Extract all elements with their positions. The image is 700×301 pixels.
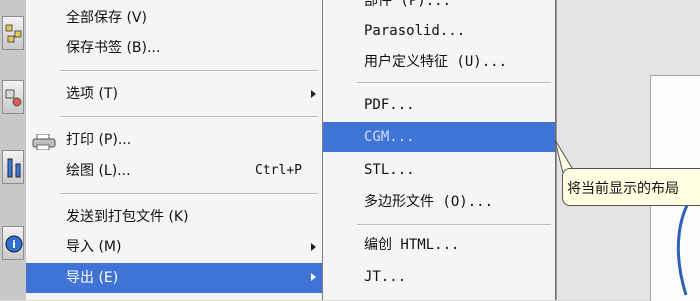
submenu-item-user-defined-feature[interactable]: 用户定义特征 (U)... bbox=[323, 47, 555, 77]
submenu-item-stl[interactable]: STL... bbox=[323, 155, 555, 185]
tooltip: 将当前显示的布局 bbox=[562, 168, 700, 206]
submenu-item-label: 用户定义特征 (U)... bbox=[364, 54, 508, 70]
svg-text:i: i bbox=[12, 238, 16, 251]
menu-item-label: 绘图 (L)... bbox=[66, 163, 131, 179]
menu-item-save-bookmark[interactable]: 保存书签 (B)... bbox=[26, 34, 322, 62]
menu-separator bbox=[357, 82, 551, 84]
menu-item-label: 全部保存 (V) bbox=[66, 10, 147, 26]
submenu-item-jt[interactable]: JT... bbox=[323, 262, 555, 292]
menu-separator bbox=[357, 224, 551, 226]
submenu-item-author-html[interactable]: 编创 HTML... bbox=[323, 230, 555, 260]
file-menu: 全部保存 (V) 保存书签 (B)... 选项 (T) 打印 (P)... 绘图… bbox=[26, 0, 323, 300]
submenu-item-cgm[interactable]: CGM... bbox=[323, 122, 555, 152]
menu-item-label: 导入 (M) bbox=[66, 239, 122, 255]
submenu-item-label: PDF... bbox=[364, 97, 415, 113]
submenu-arrow-icon bbox=[311, 90, 316, 98]
menu-item-label: 导出 (E) bbox=[66, 270, 119, 286]
submenu-item-label: STL... bbox=[364, 162, 415, 178]
menu-separator bbox=[60, 193, 318, 195]
menu-item-shortcut: Ctrl+P bbox=[255, 163, 302, 178]
submenu-arrow-icon bbox=[311, 273, 316, 281]
submenu-item-parasolid[interactable]: Parasolid... bbox=[323, 16, 555, 46]
menu-item-label: 打印 (P)... bbox=[66, 132, 132, 148]
submenu-item-label: Parasolid... bbox=[364, 23, 466, 39]
menu-item-send-to-package[interactable]: 发送到打包文件 (K) bbox=[26, 203, 322, 231]
menu-item-label: 保存书签 (B)... bbox=[66, 40, 161, 56]
measure-icon[interactable] bbox=[2, 150, 24, 184]
submenu-item-part[interactable]: 部件 (P)... bbox=[323, 0, 555, 16]
menu-item-plot[interactable]: 绘图 (L)... Ctrl+P bbox=[26, 157, 322, 185]
assembly-icon[interactable] bbox=[2, 16, 24, 50]
constraint-icon[interactable] bbox=[2, 80, 24, 114]
submenu-item-polygon-file[interactable]: 多边形文件 (O)... bbox=[323, 187, 555, 217]
submenu-item-label: JT... bbox=[364, 269, 407, 285]
menu-item-label: 发送到打包文件 (K) bbox=[66, 209, 189, 225]
info-icon[interactable]: i bbox=[2, 226, 24, 260]
submenu-item-pdf[interactable]: PDF... bbox=[323, 90, 555, 120]
menu-item-import[interactable]: 导入 (M) bbox=[26, 233, 322, 261]
submenu-item-label: 部件 (P)... bbox=[364, 0, 452, 9]
menu-item-save-all[interactable]: 全部保存 (V) bbox=[26, 4, 322, 32]
menu-item-options[interactable]: 选项 (T) bbox=[26, 80, 322, 108]
menu-item-print[interactable]: 打印 (P)... bbox=[26, 126, 322, 154]
export-submenu: 部件 (P)... Parasolid... 用户定义特征 (U)... PDF… bbox=[323, 0, 556, 300]
menu-separator bbox=[60, 116, 318, 118]
submenu-item-label: 多边形文件 (O)... bbox=[364, 194, 494, 210]
menu-separator bbox=[60, 70, 318, 72]
menu-item-label: 选项 (T) bbox=[66, 86, 118, 102]
submenu-arrow-icon bbox=[311, 243, 316, 251]
left-toolbar: i bbox=[0, 0, 27, 300]
submenu-item-label: CGM... bbox=[364, 129, 415, 145]
submenu-item-label: 编创 HTML... bbox=[364, 237, 460, 253]
printer-icon bbox=[32, 132, 56, 160]
menu-item-export[interactable]: 导出 (E) bbox=[26, 263, 322, 293]
model-outline bbox=[676, 190, 700, 296]
tooltip-text: 将当前显示的布局 bbox=[567, 181, 679, 197]
